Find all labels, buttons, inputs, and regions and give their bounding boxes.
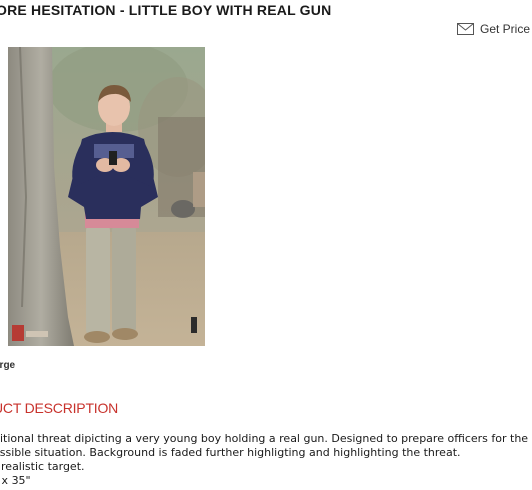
description-line: ditional threat dipicting a very young b… [0, 432, 529, 445]
get-price-label: Get Price [479, 22, 530, 36]
description-line: " x 35" [0, 474, 31, 487]
description-line: r realistic target. [0, 460, 85, 473]
page-title: ORE HESITATION - LITTLE BOY WITH REAL GU… [0, 2, 332, 18]
product-description: ditional threat dipicting a very young b… [0, 432, 528, 488]
product-description-heading: UCT DESCRIPTION [0, 400, 119, 416]
get-price-link[interactable]: Get Price [456, 22, 530, 36]
product-image[interactable] [8, 47, 205, 346]
enlarge-link[interactable]: arge [0, 360, 15, 371]
description-line: ossible situation. Background is faded f… [0, 446, 461, 459]
mail-icon [456, 23, 474, 35]
